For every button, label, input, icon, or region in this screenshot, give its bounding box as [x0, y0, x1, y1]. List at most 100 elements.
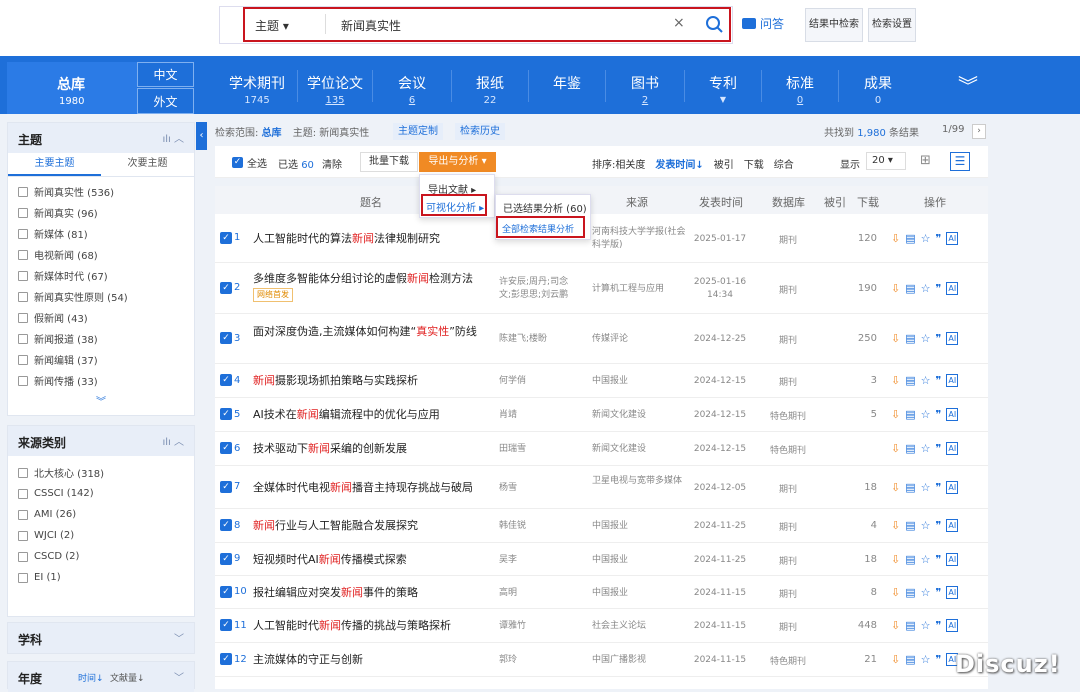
- favorite-icon[interactable]: ☆: [921, 619, 931, 632]
- favorite-icon[interactable]: ☆: [921, 481, 931, 494]
- facet-item[interactable]: 新媒体 (81): [8, 223, 194, 244]
- quote-icon[interactable]: ❞: [936, 519, 942, 532]
- quote-icon[interactable]: ❞: [936, 332, 942, 345]
- sort-relevance[interactable]: 相关度: [615, 160, 645, 171]
- nav-item-newspaper[interactable]: 报纸 22: [454, 56, 526, 114]
- chevron-down-icon[interactable]: ﹀: [174, 630, 184, 645]
- nav-item-conference[interactable]: 会议 6: [375, 56, 449, 114]
- row-select[interactable]: ✓ 3: [220, 332, 240, 344]
- display-count-select[interactable]: 20 ▾: [866, 152, 906, 170]
- checkbox[interactable]: [18, 228, 28, 239]
- html-read-icon[interactable]: ▤: [905, 519, 915, 532]
- subject-facet-panel[interactable]: 学科 ﹀: [7, 622, 195, 654]
- checkbox[interactable]: [18, 509, 28, 520]
- result-title-link[interactable]: 新闻摄影现场抓拍策略与实践探析: [253, 373, 493, 388]
- row-select[interactable]: ✓ 1: [220, 231, 240, 244]
- header-db[interactable]: 数据库: [772, 194, 805, 210]
- author-link[interactable]: 郭玲: [499, 654, 569, 667]
- checkbox[interactable]: [18, 333, 28, 344]
- author-link[interactable]: 高明: [499, 587, 569, 600]
- quote-icon[interactable]: ❞: [936, 481, 942, 494]
- facet-item[interactable]: 新闻真实性原则 (54): [8, 286, 194, 307]
- author-link[interactable]: 田瑞雪: [499, 443, 569, 456]
- checkbox[interactable]: [18, 312, 28, 323]
- ai-icon[interactable]: AI: [946, 332, 959, 345]
- ai-icon[interactable]: AI: [946, 585, 959, 599]
- html-read-icon[interactable]: ▤: [905, 619, 915, 632]
- author-link[interactable]: 许安辰;周丹;司念文;彭思思;刘云鹏: [499, 276, 569, 302]
- chart-collapse-icon[interactable]: ılı ︿: [162, 130, 184, 145]
- download-icon[interactable]: ⇩: [891, 519, 900, 532]
- ai-icon[interactable]: AI: [946, 619, 959, 632]
- source-link[interactable]: 河南科技大学学报(社会科学版): [592, 226, 692, 252]
- checkbox[interactable]: [18, 291, 28, 302]
- nav-item-standard[interactable]: 标准 0: [764, 56, 836, 114]
- nav-item-journal[interactable]: 学术期刊 1745: [218, 56, 296, 114]
- source-link[interactable]: 传媒评论: [592, 333, 692, 346]
- author-link[interactable]: 韩佳锐: [499, 520, 569, 533]
- grid-view-icon[interactable]: ⊞: [920, 153, 931, 168]
- ai-icon[interactable]: AI: [946, 480, 959, 494]
- download-icon[interactable]: ⇩: [891, 282, 900, 295]
- html-read-icon[interactable]: ▤: [905, 553, 915, 566]
- source-link[interactable]: 计算机工程与应用: [592, 283, 692, 296]
- menu-selected-analysis[interactable]: 已选结果分析 (60): [503, 200, 587, 215]
- download-icon[interactable]: ⇩: [891, 232, 900, 245]
- search-settings-button[interactable]: 检索设置: [868, 8, 916, 42]
- favorite-icon[interactable]: ☆: [921, 332, 931, 345]
- checkbox[interactable]: [18, 375, 28, 386]
- facet-item[interactable]: 新闻传播 (33): [8, 370, 194, 391]
- header-date[interactable]: 发表时间: [699, 194, 743, 210]
- checkbox[interactable]: [18, 488, 28, 499]
- quote-icon[interactable]: ❞: [936, 232, 942, 245]
- author-link[interactable]: 谭雅竹: [499, 620, 569, 633]
- html-read-icon[interactable]: ▤: [905, 442, 915, 455]
- source-link[interactable]: 新闻文化建设: [592, 443, 692, 456]
- result-title-link[interactable]: 短视频时代AI新闻传播模式探索: [253, 552, 493, 567]
- ai-icon[interactable]: AI: [946, 552, 959, 566]
- source-link[interactable]: 中国报业: [592, 375, 692, 388]
- quote-icon[interactable]: ❞: [936, 374, 942, 387]
- facet-item[interactable]: 新闻编辑 (37): [8, 349, 194, 370]
- favorite-icon[interactable]: ☆: [921, 519, 931, 532]
- row-select[interactable]: ✓ 11: [220, 619, 247, 631]
- html-read-icon[interactable]: ▤: [905, 408, 915, 421]
- expand-nav-icon[interactable]: ︾: [958, 70, 978, 99]
- row-select[interactable]: ✓ 9: [220, 552, 240, 565]
- result-title-link[interactable]: 人工智能时代的算法新闻法律规制研究: [253, 231, 493, 246]
- sort-download[interactable]: 下载: [744, 156, 764, 171]
- facet-item[interactable]: WJCI (2): [8, 525, 194, 546]
- html-read-icon[interactable]: ▤: [905, 374, 915, 387]
- author-link[interactable]: 何学俏: [499, 375, 569, 388]
- download-icon[interactable]: ⇩: [891, 332, 900, 345]
- checkbox[interactable]: [18, 186, 28, 197]
- html-read-icon[interactable]: ▤: [905, 232, 915, 245]
- quote-icon[interactable]: ❞: [936, 653, 942, 666]
- chevron-down-icon[interactable]: ﹀: [174, 669, 184, 684]
- header-download[interactable]: 下载: [857, 194, 879, 210]
- favorite-icon[interactable]: ☆: [921, 586, 931, 599]
- result-title-link[interactable]: 多维度多智能体分组讨论的虚假新闻检测方法 网络首发: [253, 271, 493, 302]
- row-select[interactable]: ✓ 10: [220, 585, 247, 598]
- favorite-icon[interactable]: ☆: [921, 408, 931, 421]
- ai-icon[interactable]: AI: [946, 519, 959, 532]
- header-cite[interactable]: 被引: [824, 194, 846, 210]
- chart-collapse-icon[interactable]: ılı ︿: [162, 433, 184, 448]
- sort-by-time[interactable]: 时间↓: [78, 671, 104, 684]
- html-read-icon[interactable]: ▤: [905, 282, 915, 295]
- nav-item-achievement[interactable]: 成果 0: [841, 56, 915, 114]
- source-link[interactable]: 中国报业: [592, 587, 692, 600]
- clear-icon[interactable]: ×: [673, 15, 685, 31]
- favorite-icon[interactable]: ☆: [921, 374, 931, 387]
- favorite-icon[interactable]: ☆: [921, 232, 931, 245]
- collapse-sidebar-button[interactable]: ‹: [196, 122, 207, 150]
- html-read-icon[interactable]: ▤: [905, 332, 915, 345]
- ai-icon[interactable]: AI: [946, 442, 959, 455]
- nav-item-thesis[interactable]: 学位论文 135: [300, 56, 370, 114]
- tab-main-topic[interactable]: 主要主题: [8, 153, 101, 176]
- result-title-link[interactable]: 全媒体时代电视新闻播音主持现存挑战与破局: [253, 480, 493, 495]
- lang-cn-tab[interactable]: 中文: [137, 62, 194, 87]
- search-input[interactable]: 新闻真实性: [341, 17, 401, 34]
- list-view-icon[interactable]: ☰: [950, 152, 970, 171]
- favorite-icon[interactable]: ☆: [921, 442, 931, 455]
